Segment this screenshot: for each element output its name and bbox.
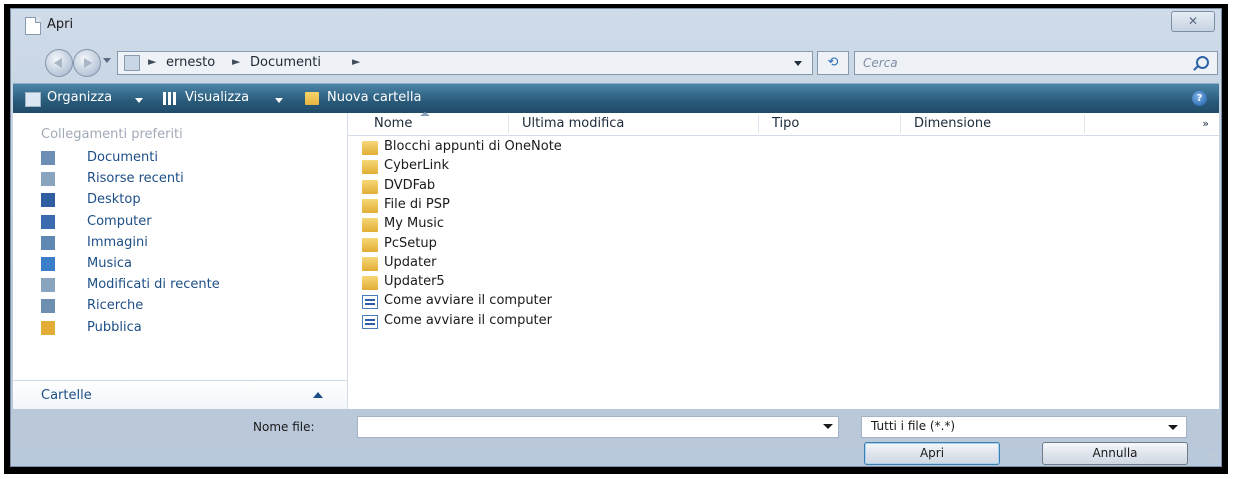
folder-icon [362,160,378,175]
search-placeholder: Cerca [863,56,898,70]
desktop-icon [41,193,55,208]
sort-arrow-icon [420,112,430,116]
document-icon [362,295,378,310]
file-name: CyberLink [384,158,449,174]
address-row: ► ernesto ► Documenti ► ⟲ Cerca [11,49,1221,77]
favorites-heading: Collegamenti preferiti [41,127,183,142]
recent-pages-dropdown[interactable] [103,58,111,63]
computer-icon [41,214,55,229]
file-name: Come avviare il computer [384,312,552,328]
folder-icon [362,198,378,213]
file-name: Blocchi appunti di OneNote [384,139,562,154]
filename-label: Nome file: [253,420,315,434]
breadcrumb-separator-icon[interactable]: ► [148,55,156,68]
column-dimensione[interactable]: Dimensione [914,116,991,131]
chevron-down-icon[interactable] [1168,425,1178,430]
recent-items-icon [41,172,55,187]
navigation-pane: Collegamenti preferiti Documenti Risorse … [13,113,348,409]
file-name: My Music [384,216,445,232]
pictures-icon [41,235,55,250]
address-dropdown-icon[interactable] [794,61,802,66]
documents-icon [41,151,55,165]
file-list: Nome Ultima modifica Tipo Dimensione » B… [348,112,1219,409]
column-tipo[interactable]: Tipo [772,116,799,131]
column-header: Nome Ultima modifica Tipo Dimensione » [348,112,1219,136]
sidebar-item-label: Immagini [87,234,148,250]
open-file-dialog: Apri ✕ ► ernesto ► Documenti ► ⟲ Cerca O… [10,8,1222,467]
folder-icon [362,141,378,155]
folder-location-icon [124,55,140,71]
file-name: Updater [384,254,437,270]
column-divider[interactable] [508,115,509,133]
folder-icon [362,256,378,271]
close-button[interactable]: ✕ [1171,11,1215,32]
folders-toggle[interactable]: Cartelle [13,380,347,409]
command-toolbar: Organizza Visualizza Nuova cartella ? [13,83,1219,114]
file-name: DVDFab [384,177,436,193]
column-divider[interactable] [1084,115,1085,133]
file-name: Updater5 [384,274,445,290]
dialog-icon [25,17,41,35]
music-icon [41,257,55,271]
recently-changed-icon [41,278,55,293]
chevron-up-icon[interactable] [313,392,323,398]
content-area: Collegamenti preferiti Documenti Risorse … [13,112,1219,409]
folder-icon [362,237,378,252]
refresh-button[interactable]: ⟲ [817,51,849,75]
file-type-select[interactable]: Tutti i file (*.*) [861,416,1187,438]
sidebar-item-label: Desktop [87,192,141,208]
dialog-footer: Nome file: Tutti i file (*.*) Apri Annul… [11,409,1221,466]
new-folder-icon [305,92,319,105]
views-icon [163,92,177,105]
file-name: PcSetup [384,235,437,251]
address-bar[interactable]: ► ernesto ► Documenti ► [117,51,813,75]
column-divider[interactable] [758,115,759,133]
organize-icon [25,92,41,107]
chevron-down-icon[interactable] [275,98,283,103]
resize-grip[interactable] [1207,453,1217,463]
visualizza-menu[interactable]: Visualizza [185,90,249,105]
title-bar: Apri ✕ [11,9,1221,39]
search-icon[interactable] [1196,56,1209,69]
more-columns-icon[interactable]: » [1202,117,1209,130]
nuova-cartella-button[interactable]: Nuova cartella [327,90,421,105]
file-name: Come avviare il computer [384,293,552,309]
forward-button[interactable] [73,49,101,77]
breadcrumb-separator-icon[interactable]: ► [352,55,360,68]
dialog-title: Apri [47,17,74,32]
folders-label: Cartelle [41,388,92,403]
help-icon[interactable]: ? [1192,91,1207,106]
breadcrumb-separator-icon[interactable]: ► [232,55,240,68]
back-button[interactable] [45,49,73,77]
folder-icon [362,218,378,233]
public-folder-icon [41,320,55,335]
breadcrumb-ernesto[interactable]: ernesto [166,55,215,70]
breadcrumb-documenti[interactable]: Documenti [250,55,321,70]
sidebar-item-label: Documenti [87,150,158,165]
cancel-button[interactable]: Annulla [1042,442,1188,465]
folder-icon [362,179,378,194]
folder-icon [362,276,378,291]
sidebar-item-label: Musica [87,256,132,271]
chevron-down-icon[interactable] [135,98,143,103]
document-icon [362,314,378,329]
sidebar-item-label: Computer [87,213,152,229]
filename-input[interactable] [357,416,839,438]
search-box[interactable]: Cerca [854,51,1218,75]
sidebar-item-label: Modificati di recente [87,277,220,293]
sidebar-item-label: Pubblica [87,319,142,335]
searches-icon [41,299,55,314]
organizza-menu[interactable]: Organizza [47,90,112,105]
file-type-value: Tutti i file (*.*) [871,419,956,433]
column-ultima-modifica[interactable]: Ultima modifica [522,116,624,131]
column-nome[interactable]: Nome [374,116,412,131]
open-button[interactable]: Apri [864,442,1000,465]
sidebar-item-label: Risorse recenti [87,171,184,187]
sidebar-item-label: Ricerche [87,298,144,314]
filename-dropdown-icon[interactable] [823,424,833,429]
column-divider[interactable] [900,115,901,133]
file-name: File di PSP [384,196,450,212]
